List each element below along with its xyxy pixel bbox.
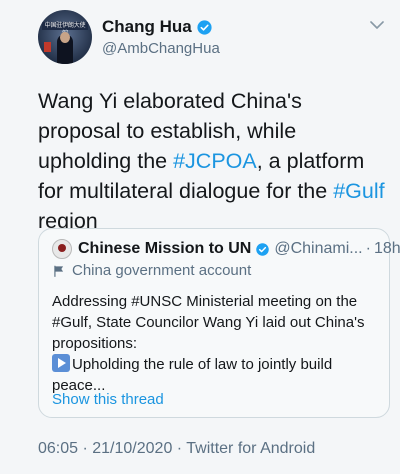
tweet-header: 中国驻伊朗大使馆 Chang Hua @AmbChangHua (38, 10, 220, 64)
quoted-timestamp: 18h (373, 240, 400, 257)
quoted-text-part: Addressing #UNSC Ministerial meeting on … (52, 293, 365, 352)
quoted-tweet[interactable]: Chinese Mission to UN @Chinami... · 18h … (38, 228, 400, 418)
quoted-text-part: Upholding the rule of law to jointly bui… (52, 356, 333, 394)
quoted-author-name: Chinese Mission to UN (78, 240, 252, 257)
verified-badge-icon (197, 19, 212, 35)
author-handle[interactable]: @AmbChangHua (102, 40, 220, 57)
avatar-banner: 中国驻伊朗大使馆 (42, 22, 88, 37)
flag-icon (54, 265, 64, 277)
author-names: Chang Hua @AmbChangHua (102, 17, 220, 57)
hashtag-link[interactable]: #Gulf (333, 179, 384, 203)
tweet-meta[interactable]: 06:05 · 21/10/2020 · Twitter for Android (38, 440, 315, 458)
show-thread-link[interactable]: Show this thread (52, 391, 164, 408)
chevron-down-icon[interactable] (368, 16, 386, 34)
government-label-text: China government account (72, 262, 252, 279)
hashtag-link[interactable]: #JCPOA (173, 149, 257, 173)
quoted-header: Chinese Mission to UN @Chinami... · 18h (52, 239, 400, 259)
play-button-emoji-icon (52, 354, 70, 372)
tweet-card: 中国驻伊朗大使馆 Chang Hua @AmbChangHua Wang Yi … (0, 0, 400, 474)
avatar[interactable]: 中国驻伊朗大使馆 (38, 10, 92, 64)
quoted-text: Addressing #UNSC Ministerial meeting on … (52, 291, 382, 396)
quoted-avatar (52, 239, 72, 259)
tweet-text: Wang Yi elaborated China's proposal to e… (38, 86, 388, 236)
verified-badge-icon (256, 242, 270, 256)
government-label: China government account (52, 262, 251, 279)
avatar-head (60, 32, 70, 43)
author-name[interactable]: Chang Hua (102, 17, 192, 37)
author-display-name[interactable]: Chang Hua (102, 17, 220, 37)
avatar-flag (44, 42, 51, 52)
separator-dot: · (365, 240, 371, 257)
quoted-author-handle: @Chinami... (274, 240, 363, 257)
